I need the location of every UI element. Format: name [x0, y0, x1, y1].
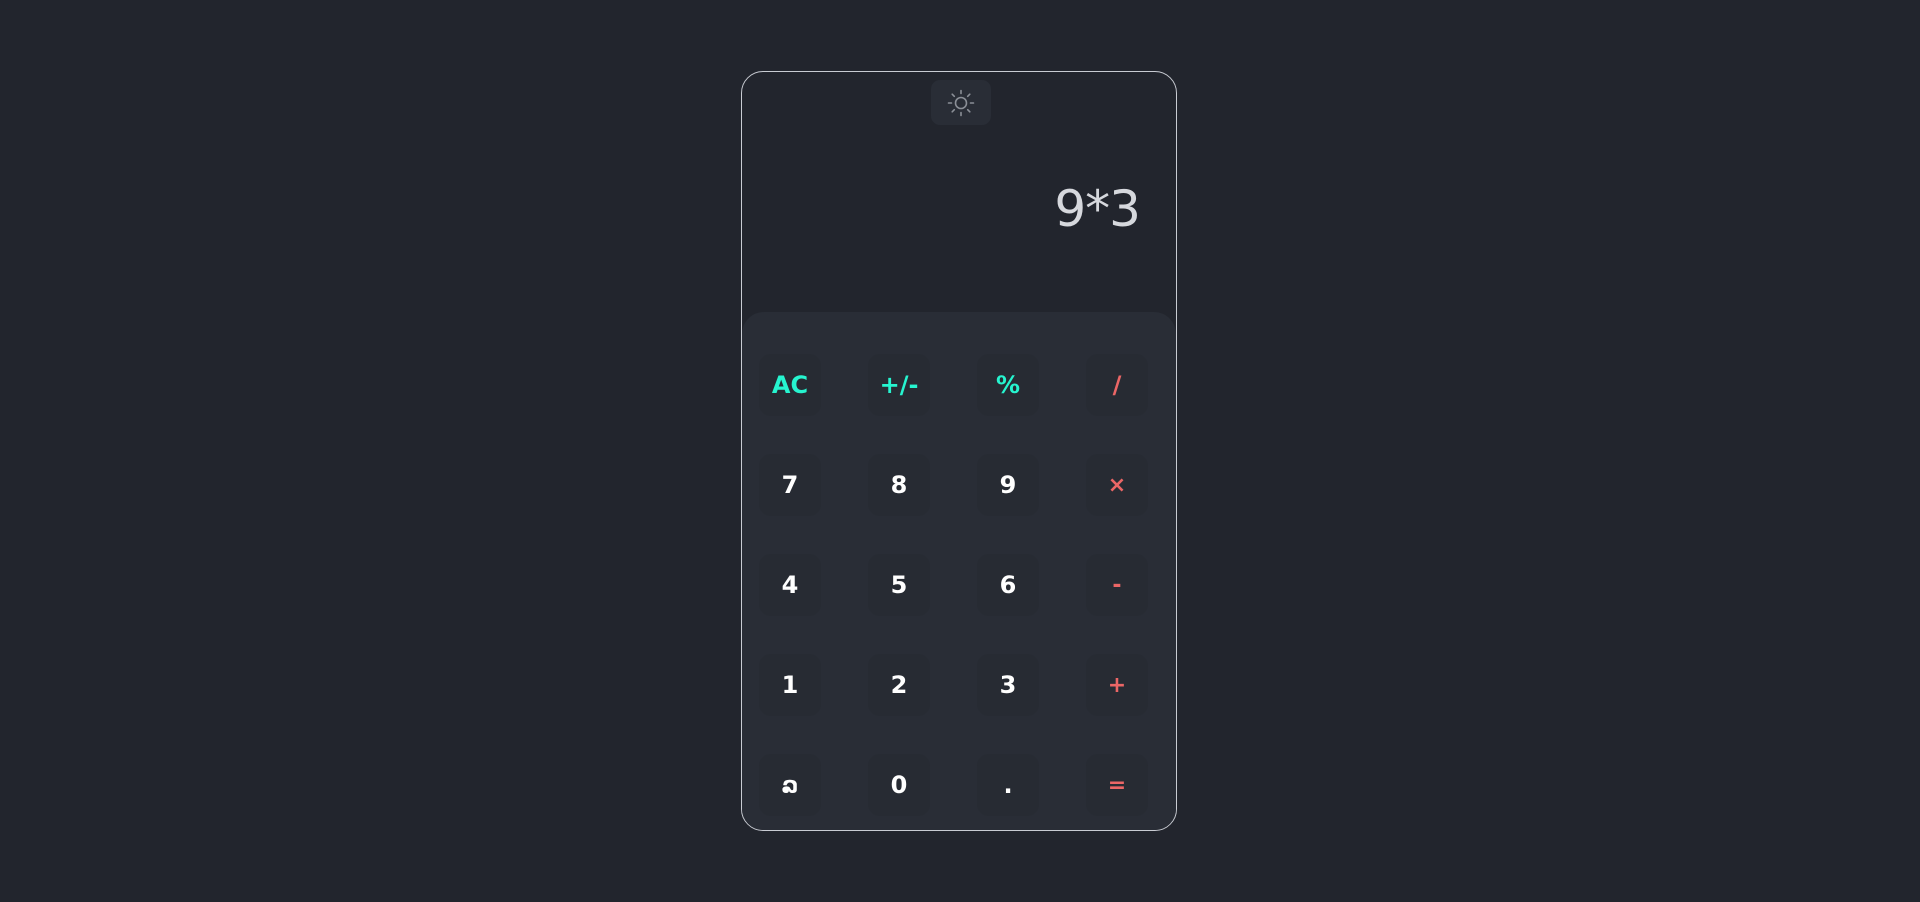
digit-8-button[interactable]: 8 — [868, 454, 930, 516]
keypad: AC +/- % / 7 8 9 × 4 5 6 - 1 2 3 + ລ 0 .… — [742, 312, 1176, 830]
digit-6-button[interactable]: 6 — [977, 554, 1039, 616]
add-button[interactable]: + — [1086, 654, 1148, 716]
equals-button[interactable]: = — [1086, 754, 1148, 816]
digit-7-button[interactable]: 7 — [759, 454, 821, 516]
display-expression: 9*3 — [1054, 180, 1141, 238]
digit-5-button[interactable]: 5 — [868, 554, 930, 616]
sun-icon — [947, 89, 975, 116]
subtract-button[interactable]: - — [1086, 554, 1148, 616]
divide-button[interactable]: / — [1086, 354, 1148, 416]
digit-1-button[interactable]: 1 — [759, 654, 821, 716]
toggle-sign-button[interactable]: +/- — [868, 354, 930, 416]
multiply-button[interactable]: × — [1086, 454, 1148, 516]
percent-button[interactable]: % — [977, 354, 1039, 416]
calculator: 9*3 AC +/- % / 7 8 9 × 4 5 6 - 1 2 3 + ລ… — [741, 71, 1177, 831]
all-clear-button[interactable]: AC — [759, 354, 821, 416]
digit-2-button[interactable]: 2 — [868, 654, 930, 716]
undo-button[interactable]: ລ — [759, 754, 821, 816]
digit-9-button[interactable]: 9 — [977, 454, 1039, 516]
digit-0-button[interactable]: 0 — [868, 754, 930, 816]
digit-4-button[interactable]: 4 — [759, 554, 821, 616]
digit-3-button[interactable]: 3 — [977, 654, 1039, 716]
theme-toggle-button[interactable] — [931, 80, 991, 125]
decimal-button[interactable]: . — [977, 754, 1039, 816]
